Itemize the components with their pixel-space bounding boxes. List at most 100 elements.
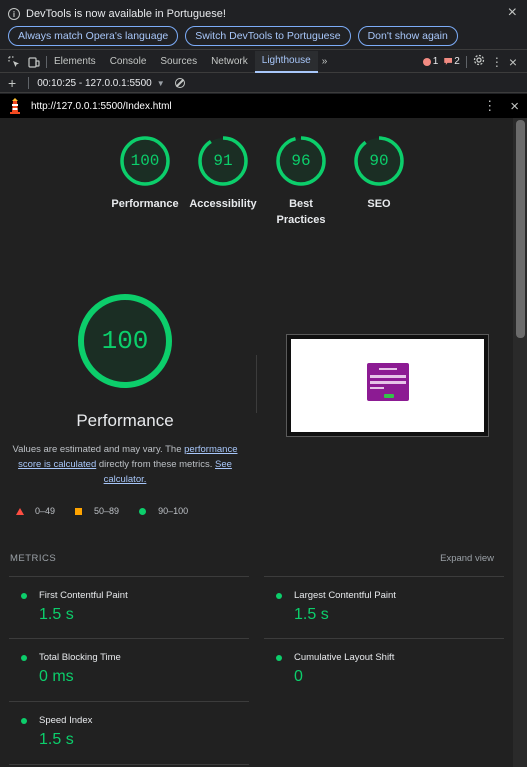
metrics-header: METRICS Expand view: [10, 553, 494, 564]
fail-triangle-icon: [16, 507, 24, 515]
lighthouse-report: 100 Performance 91 Accessibility 96 Best…: [0, 118, 513, 767]
mini-link: [370, 387, 384, 389]
gauge-label: Best Practices: [276, 198, 326, 226]
metric-cumulative-layout-shift: Cumulative Layout Shift 0: [264, 638, 504, 700]
metric-name: Speed Index: [39, 715, 93, 726]
legend-pass: 90–100: [139, 506, 188, 516]
pass-circle-icon: [21, 717, 27, 724]
device-toolbar-icon[interactable]: [28, 56, 40, 68]
warning-counter[interactable]: 2: [444, 56, 460, 67]
close-devtools-icon[interactable]: ×: [509, 54, 517, 70]
dont-show-again-button[interactable]: Don't show again: [357, 26, 458, 46]
gauge-score: 90: [369, 152, 389, 170]
report-url-bar: http://127.0.0.1:5500/Index.html ⋮ ×: [0, 94, 527, 118]
report-menu-icon[interactable]: ⋮: [483, 99, 496, 112]
report-selector[interactable]: 00:10:25 - 127.0.0.1:5500: [37, 78, 152, 89]
gauge-accessibility[interactable]: 91 Accessibility: [184, 136, 262, 228]
legend-pass-range: 90–100: [158, 506, 189, 516]
tab-elements[interactable]: Elements: [47, 51, 103, 73]
always-match-language-button[interactable]: Always match Opera's language: [8, 26, 179, 46]
switch-to-portuguese-button[interactable]: Switch DevTools to Portuguese: [185, 26, 351, 46]
final-screenshot[interactable]: [286, 334, 489, 437]
close-report-icon[interactable]: ×: [510, 98, 519, 115]
tabbar-right-divider: [465, 55, 467, 68]
info-icon: i: [8, 8, 20, 20]
settings-gear-icon[interactable]: [473, 54, 485, 69]
metric-value: 1.5 s: [294, 606, 329, 623]
infobar-close-icon[interactable]: ×: [508, 5, 517, 21]
legend-average: 50–89: [75, 506, 119, 516]
metric-first-contentful-paint: First Contentful Paint 1.5 s: [9, 576, 249, 638]
legend-average-range: 50–89: [94, 506, 120, 516]
error-icon: [422, 57, 431, 66]
tab-sources[interactable]: Sources: [153, 51, 204, 73]
desc-mid: directly from these metrics.: [96, 459, 216, 470]
gauge-label: SEO: [367, 198, 391, 210]
mini-heading: [379, 368, 397, 370]
lighthouse-report-toolbar: + 00:10:25 - 127.0.0.1:5500 ▼: [0, 74, 527, 93]
metric-total-blocking-time: Total Blocking Time 0 ms: [9, 638, 249, 700]
metric-name: Largest Contentful Paint: [294, 590, 396, 601]
gauge-ring: 96: [276, 136, 326, 186]
metric-speed-index: Speed Index 1.5 s: [9, 701, 249, 763]
score-legend: 0–49 50–89 90–100: [16, 506, 208, 516]
pass-circle-icon: [21, 592, 27, 599]
gauge-score: 96: [291, 152, 311, 170]
gauge-performance[interactable]: 100 Performance: [106, 136, 184, 228]
metric-value: 1.5 s: [39, 606, 74, 623]
clear-reports-icon[interactable]: [174, 78, 185, 88]
new-report-plus-icon[interactable]: +: [8, 75, 16, 91]
gauge-best-practices[interactable]: 96 Best Practices: [262, 136, 340, 228]
metrics-bottom-divider: [9, 764, 249, 765]
gauge-score: 100: [130, 152, 160, 170]
gauge-seo[interactable]: 90 SEO: [340, 136, 418, 228]
issues-icon: [444, 58, 453, 65]
screenshot-login-form: [367, 363, 409, 401]
gauge-ring: 90: [354, 136, 404, 186]
metric-value: 0 ms: [39, 668, 74, 685]
gauge-screenshot-divider: [256, 355, 257, 413]
pass-circle-icon: [139, 507, 147, 515]
infobar-message: DevTools is now available in Portuguese!: [26, 8, 226, 20]
inspect-element-icon[interactable]: [8, 55, 20, 68]
expand-view-toggle[interactable]: Expand view: [440, 553, 494, 564]
tab-lighthouse[interactable]: Lighthouse: [254, 50, 318, 73]
tab-console[interactable]: Console: [103, 51, 154, 73]
report-toolbar-divider: [28, 77, 30, 89]
score-gauges: 100 Performance 91 Accessibility 96 Best…: [106, 136, 418, 228]
metric-name: Total Blocking Time: [39, 652, 121, 663]
performance-main-gauge: 100: [77, 293, 173, 389]
gauge-ring: 100: [120, 136, 170, 186]
performance-title: Performance: [76, 411, 174, 430]
report-scrollbar-thumb[interactable]: [516, 120, 525, 338]
infobar-message-row: i DevTools is now available in Portugues…: [8, 8, 226, 20]
desc-prefix: Values are estimated and may vary. The: [12, 444, 185, 455]
legend-fail-range: 0–49: [35, 506, 56, 516]
metric-name: Cumulative Layout Shift: [294, 652, 395, 663]
chevron-down-icon[interactable]: ▼: [157, 79, 165, 88]
customize-menu-icon[interactable]: ⋮: [491, 55, 503, 69]
metric-value: 1.5 s: [39, 731, 74, 748]
error-count: 1: [432, 56, 439, 67]
language-infobar: i DevTools is now available in Portugues…: [0, 0, 527, 50]
screenshot-page: [291, 339, 484, 432]
devtools-tabbar: Elements Console Sources Network Lightho…: [0, 50, 527, 73]
metrics-heading: METRICS: [10, 553, 57, 564]
report-url: http://127.0.0.1:5500/Index.html: [31, 100, 172, 112]
metric-value: 0: [294, 668, 303, 685]
mini-input: [370, 381, 406, 384]
tab-network[interactable]: Network: [204, 51, 255, 73]
metric-name: First Contentful Paint: [39, 590, 128, 601]
mini-button: [384, 394, 394, 398]
pass-circle-icon: [276, 592, 282, 599]
performance-main-score: 100: [101, 326, 149, 356]
pass-circle-icon: [276, 654, 282, 661]
gauge-label: Performance: [111, 198, 179, 210]
gauge-score: 91: [213, 152, 233, 170]
average-square-icon: [75, 507, 83, 515]
error-counter[interactable]: 1: [422, 56, 439, 67]
gauge-ring: 91: [198, 136, 248, 186]
gauge-label: Accessibility: [189, 198, 257, 210]
more-tabs-icon[interactable]: »: [318, 56, 332, 67]
mini-input: [370, 375, 406, 378]
